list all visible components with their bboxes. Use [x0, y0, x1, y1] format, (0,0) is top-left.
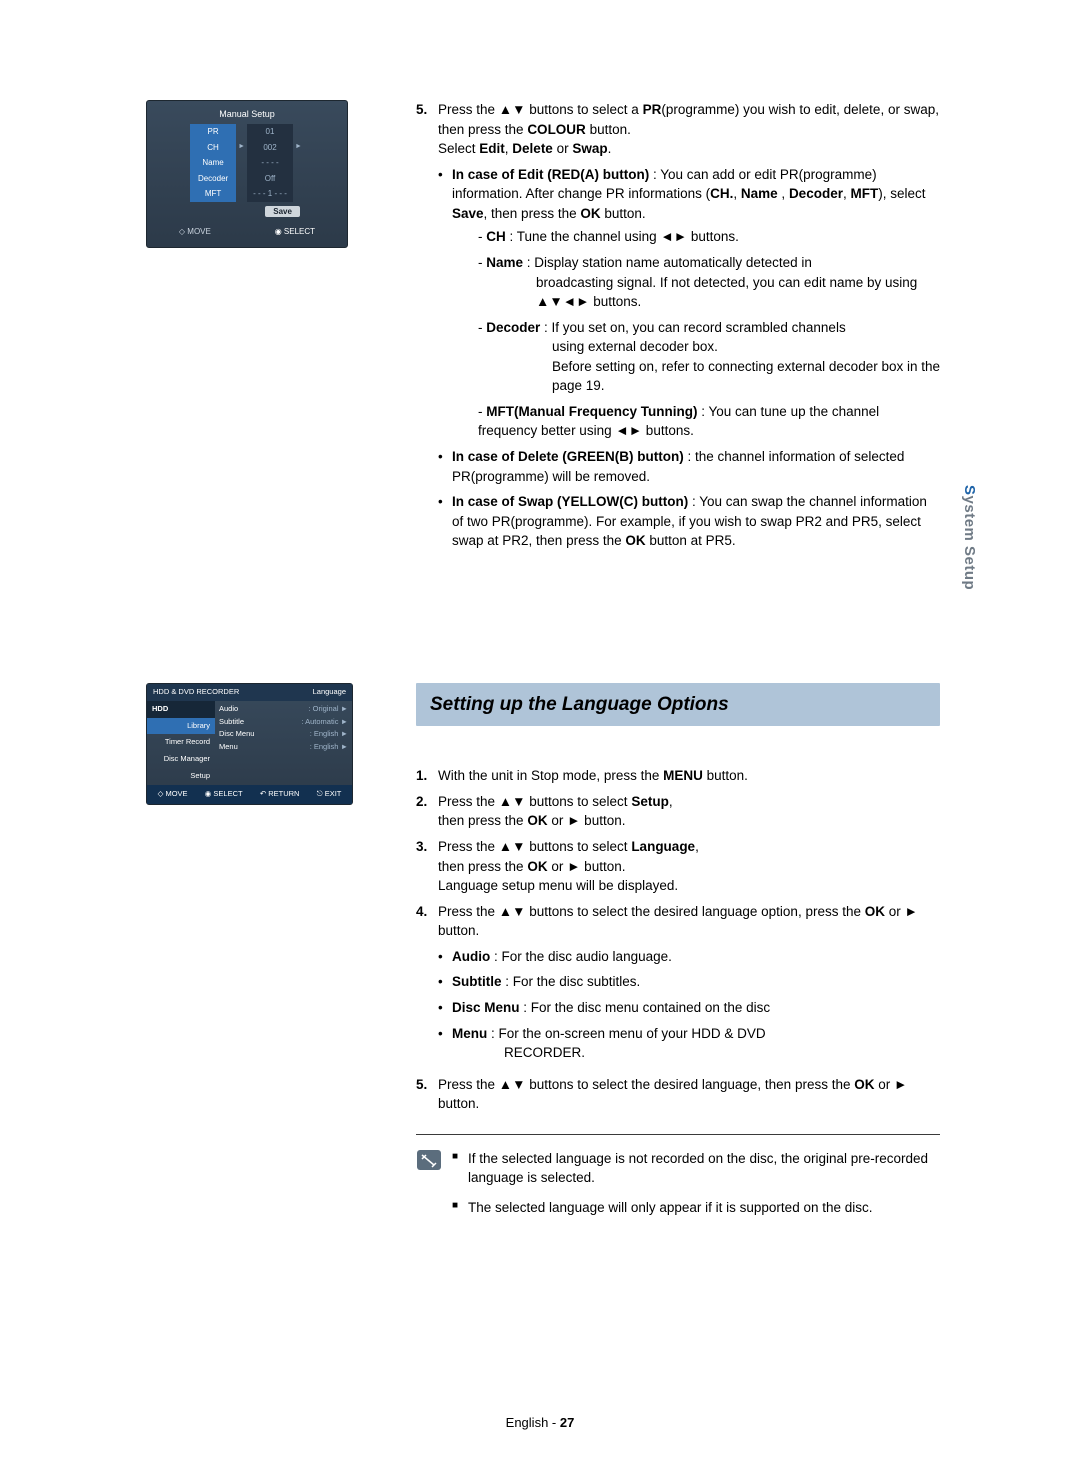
mini2-footer: ◇ MOVE ◉ SELECT ↶ RETURN ⎋ EXIT	[147, 785, 352, 804]
lang-step-3: 3. Press the ▲▼ buttons to select Langua…	[416, 837, 940, 896]
mini-move: ◇ MOVE	[179, 226, 211, 238]
page-footer: English - 27	[0, 1414, 1080, 1433]
mini-title: Manual Setup	[147, 105, 347, 124]
language-screenshot: HDD & DVD RECORDER Language HDD Library …	[146, 683, 353, 805]
mini-table: PR01 CH►002► Name- - - - DecoderOff MFT-…	[190, 124, 304, 220]
lang-step-5: 5. Press the ▲▼ buttons to select the de…	[416, 1075, 940, 1114]
block-language: HDD & DVD RECORDER Language HDD Library …	[150, 683, 940, 1228]
edit-bullets: In case of Edit (RED(A) button) : You ca…	[438, 165, 940, 551]
section-title: Setting up the Language Options	[416, 683, 940, 727]
mini2-sidebar: HDD Library Timer Record Disc Manager Se…	[147, 701, 215, 785]
note-box: If the selected language is not recorded…	[416, 1134, 940, 1228]
mini2-title-left: HDD & DVD RECORDER	[153, 687, 239, 698]
mini-footer: ◇ MOVE ◉ SELECT	[147, 226, 347, 238]
right-arrow-icon: ►	[293, 140, 304, 156]
page: System Setup Manual Setup PR01 CH►002► N…	[0, 0, 1080, 1479]
mini-select: ◉ SELECT	[275, 226, 315, 238]
lang-options: Audio : For the disc audio language. Sub…	[438, 947, 940, 1063]
edit-sublist: - CH : Tune the channel using ◄► buttons…	[464, 227, 940, 441]
lang-step-2: 2. Press the ▲▼ buttons to select Setup,…	[416, 792, 940, 831]
mini-save: Save	[265, 206, 300, 217]
mini2-content: Audio: Original ► Subtitle: Automatic ► …	[215, 701, 352, 785]
lang-step-4: 4. Press the ▲▼ buttons to select the de…	[416, 902, 940, 1069]
note-icon	[416, 1149, 442, 1171]
left-arrow-icon: ►	[236, 140, 247, 156]
note-list: If the selected language is not recorded…	[452, 1149, 940, 1228]
step-5: 5. Press the ▲▼ buttons to select a PR(p…	[416, 100, 940, 557]
lang-step-1: 1. With the unit in Stop mode, press the…	[416, 766, 940, 786]
block-manual-setup: Manual Setup PR01 CH►002► Name- - - - De…	[150, 100, 940, 563]
mini2-title-right: Language	[313, 687, 346, 698]
manual-setup-screenshot: Manual Setup PR01 CH►002► Name- - - - De…	[146, 100, 348, 248]
side-tab: System Setup	[958, 485, 980, 590]
